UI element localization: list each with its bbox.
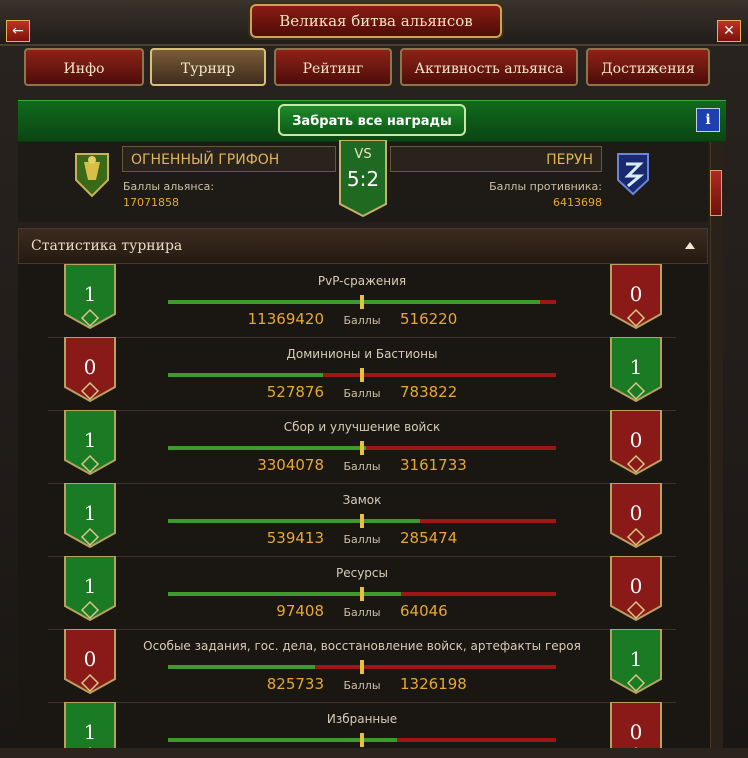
collapse-up-icon[interactable]: [685, 242, 695, 249]
stat-bar-marker: [360, 368, 364, 382]
stat-bar: [168, 295, 556, 309]
enemy-stat-value: 783822: [400, 383, 458, 401]
close-icon: ✕: [723, 23, 735, 39]
tab-alliance-activity[interactable]: Активность альянса: [400, 48, 578, 86]
alliance-stat-value: 11369420: [247, 310, 324, 328]
stat-title: Избранные: [326, 712, 398, 726]
right-result-score: 0: [629, 282, 643, 306]
stat-bar-marker: [360, 660, 364, 674]
window-bottom-edge: [0, 748, 748, 758]
claim-all-rewards-button[interactable]: Забрать все награды: [278, 104, 466, 136]
stat-bar-marker: [360, 441, 364, 455]
stat-bar-marker: [360, 295, 364, 309]
stat-row: 1 PvP-сражения 11369420 Баллы 516220 0: [48, 264, 676, 338]
stat-bar: [168, 660, 556, 674]
alliance-stat-value: 539413: [266, 529, 324, 547]
window-title: Великая битва альянсов: [250, 4, 502, 38]
tab-tournament[interactable]: Турнир: [150, 48, 266, 86]
vs-banner: VS 5:2: [339, 140, 387, 218]
stat-row: 1 Ресурсы 97408 Баллы 64046 0: [48, 555, 676, 630]
right-result-score: 1: [629, 355, 643, 379]
back-button[interactable]: ←: [6, 20, 30, 42]
enemy-stat-value: 1326198: [400, 675, 467, 693]
stat-title: Ресурсы: [335, 566, 388, 580]
points-label: Баллы: [343, 460, 381, 473]
vs-label: VS: [354, 147, 371, 162]
close-button[interactable]: ✕: [717, 20, 741, 42]
right-result-banner: 1: [610, 336, 662, 403]
points-label: Баллы: [343, 679, 381, 692]
alliance-points: 17071858: [123, 196, 179, 209]
enemy-stat-value: 516220: [400, 310, 458, 328]
stat-row: 1 Замок 539413 Баллы 285474 0: [48, 482, 676, 557]
stat-bar-marker: [360, 587, 364, 601]
stat-title: Замок: [342, 493, 382, 507]
right-result-banner: 1: [610, 628, 662, 695]
right-result-score: 1: [629, 647, 643, 671]
enemy-stat-value: 64046: [400, 602, 448, 620]
right-result-score: 0: [629, 720, 643, 744]
enemy-name: ПЕРУН: [390, 146, 602, 172]
points-label: Баллы: [343, 387, 381, 400]
right-result-score: 0: [629, 428, 643, 452]
stat-title: PvP-сражения: [317, 274, 407, 288]
points-label: Баллы: [343, 314, 381, 327]
enemy-points: 6413698: [553, 196, 602, 209]
alliance-stat-value: 527876: [266, 383, 324, 401]
enemy-stat-value: 285474: [400, 529, 458, 547]
alliance-emblem-icon: [75, 153, 109, 198]
right-result-banner: 0: [610, 482, 662, 549]
stat-bar-fill: [168, 373, 324, 377]
alliance-stat-value: 97408: [276, 602, 324, 620]
stat-row: 0 Доминионы и Бастионы 527876 Баллы 783822 1: [48, 336, 676, 411]
stat-row: 0 Особые задания, гос. дела, восстановлен…: [48, 628, 676, 703]
stat-title: Сбор и улучшение войск: [283, 420, 441, 434]
enemy-stat-value: 3161733: [400, 456, 467, 474]
stats-list: 1 PvP-сражения 11369420 Баллы 516220 0 0 Домини…: [18, 264, 708, 758]
tab-achievements[interactable]: Достижения: [586, 48, 710, 86]
tournament-stats-title: Статистика турнира: [31, 238, 183, 254]
points-label: Баллы: [343, 606, 381, 619]
arrow-left-icon: ←: [12, 23, 24, 39]
scrollbar-track[interactable]: [710, 142, 723, 748]
stat-bar: [168, 733, 556, 747]
points-label: Баллы: [343, 533, 381, 546]
alliance-points-label: Баллы альянса:: [123, 180, 215, 193]
stat-bar-fill: [168, 665, 316, 669]
stat-bar: [168, 441, 556, 455]
alliance-stat-value: 3304078: [257, 456, 324, 474]
stat-title: Доминионы и Бастионы: [286, 347, 438, 361]
tournament-stats-header[interactable]: Статистика турнира: [18, 228, 708, 264]
match-score: 5:2: [347, 167, 379, 191]
stat-title: Особые задания, гос. дела, восстановлени…: [143, 639, 581, 653]
tab-info[interactable]: Инфо: [24, 48, 144, 86]
right-result-banner: 0: [610, 264, 662, 330]
stat-bar-fill: [168, 300, 541, 304]
alliance-name: ОГНЕННЫЙ ГРИФОН: [122, 146, 336, 172]
stat-bar: [168, 587, 556, 601]
alliance-stat-value: 825733: [266, 675, 324, 693]
stat-bar: [168, 368, 556, 382]
enemy-points-label: Баллы противника:: [489, 180, 602, 193]
right-result-score: 0: [629, 501, 643, 525]
enemy-emblem-icon: [617, 153, 649, 196]
stat-bar-fill: [168, 592, 401, 596]
info-button[interactable]: i: [696, 108, 720, 132]
tab-rating[interactable]: Рейтинг: [274, 48, 392, 86]
right-result-banner: 0: [610, 555, 662, 622]
stat-bar-fill: [168, 446, 366, 450]
stat-bar-marker: [360, 733, 364, 747]
stat-row: 1 Сбор и улучшение войск 3304078 Баллы 31617…: [48, 409, 676, 484]
stat-bar-marker: [360, 514, 364, 528]
stat-bar-fill: [168, 519, 421, 523]
right-result-score: 0: [629, 574, 643, 598]
scrollbar-thumb[interactable]: [710, 170, 722, 216]
stat-bar: [168, 514, 556, 528]
right-result-banner: 0: [610, 409, 662, 476]
